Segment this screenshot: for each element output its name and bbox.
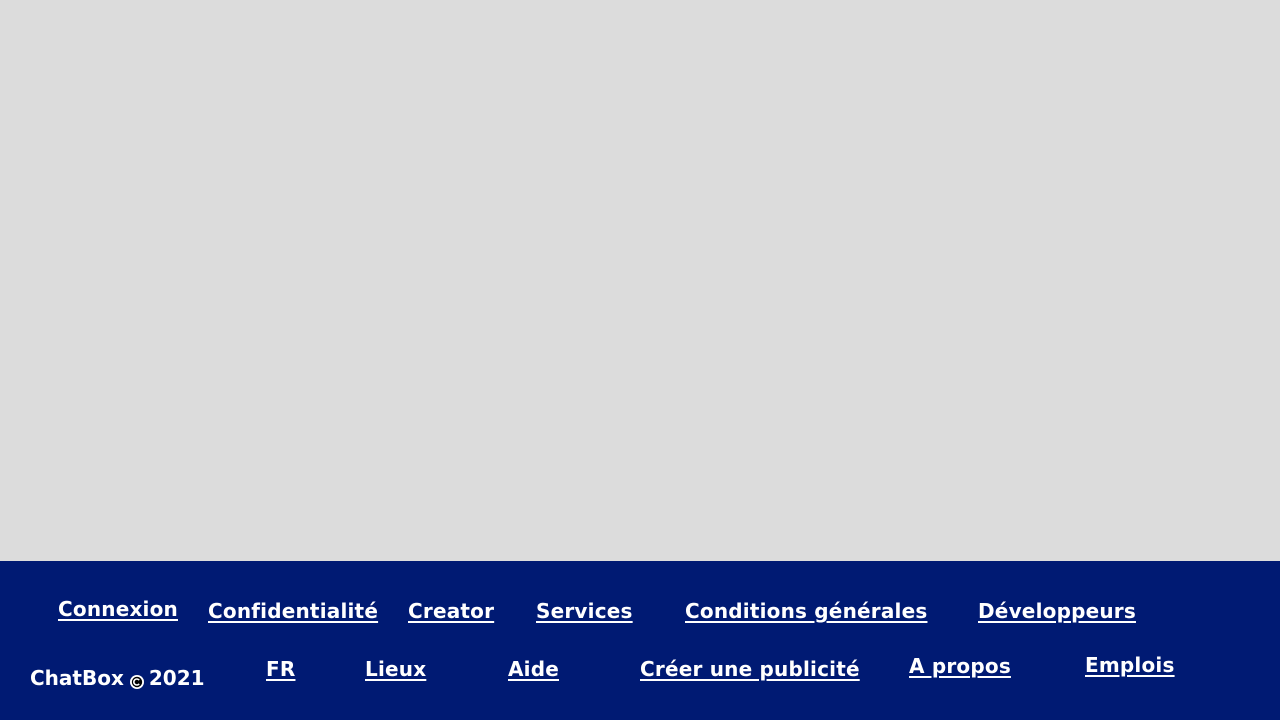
footer-link-confidentialite[interactable]: Confidentialité: [208, 599, 378, 623]
footer-link-fr[interactable]: FR: [266, 657, 295, 681]
footer-link-creator[interactable]: Creator: [408, 599, 494, 623]
copyright-icon: [129, 671, 145, 689]
footer-link-emplois[interactable]: Emplois: [1085, 653, 1175, 677]
footer-link-services[interactable]: Services: [536, 599, 633, 623]
footer: Connexion Confidentialité Creator Servic…: [0, 561, 1280, 720]
brand-name: ChatBox: [30, 666, 124, 690]
footer-link-aide[interactable]: Aide: [508, 657, 559, 681]
footer-link-a-propos[interactable]: A propos: [909, 654, 1011, 678]
footer-brand: ChatBox 2021: [30, 666, 205, 690]
footer-link-connexion[interactable]: Connexion: [58, 597, 178, 621]
brand-year: 2021: [148, 666, 205, 690]
footer-link-lieux[interactable]: Lieux: [365, 657, 426, 681]
footer-link-developpeurs[interactable]: Développeurs: [978, 599, 1136, 623]
main-content-area: [0, 0, 1280, 561]
footer-link-creer-publicite[interactable]: Créer une publicité: [640, 657, 860, 681]
footer-link-conditions-generales[interactable]: Conditions générales: [685, 599, 927, 623]
